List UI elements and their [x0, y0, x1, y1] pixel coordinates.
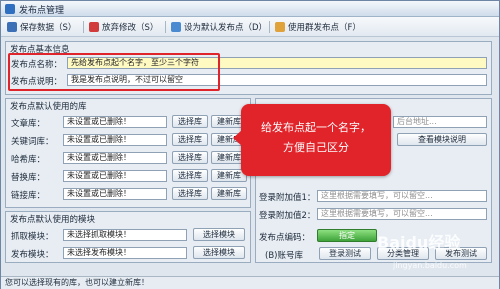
save-icon: [7, 22, 17, 32]
article-lib-field: 未设置或已删除！: [63, 116, 167, 128]
backend-url-field[interactable]: 后台地址...: [393, 116, 487, 128]
article-lib-choose-button[interactable]: 选择库: [172, 115, 208, 128]
publish-module-field: 未选择发布模块！: [63, 247, 187, 259]
keyword-lib-field: 未设置或已删除！: [63, 134, 167, 146]
encoding-label: 发布点编码：: [259, 233, 311, 243]
title-bar: 发布点管理: [1, 1, 499, 17]
link-lib-new-button[interactable]: 建新库: [211, 187, 247, 200]
app-icon: [5, 4, 15, 14]
libraries-title: 发布点默认使用的库: [10, 102, 87, 112]
publish-module-label: 发布模块：: [11, 250, 54, 260]
login-extra2-field[interactable]: 这里根据需要填写，可以留空...: [317, 208, 487, 220]
view-module-help-button[interactable]: 查看模块说明: [397, 133, 487, 146]
callout-line1: 给发布点起一个名字，: [261, 121, 371, 134]
discard-button[interactable]: 放弃修改（S）: [89, 20, 158, 34]
toolbar-divider: [269, 21, 270, 33]
encoding-select[interactable]: 指定: [317, 229, 377, 242]
link-lib-field: 未设置或已删除！: [63, 188, 167, 200]
watermark-brand: Baidu经验: [377, 233, 461, 252]
replace-lib-choose-button[interactable]: 选择库: [172, 169, 208, 182]
default-icon: [171, 22, 181, 32]
save-button[interactable]: 保存数据（S）: [7, 20, 76, 34]
watermark-url: jingyan.baidu.com: [393, 261, 467, 270]
save-label: 保存数据（S）: [20, 23, 77, 33]
discard-label: 放弃修改（S）: [102, 23, 159, 33]
replace-lib-label: 替换库：: [11, 173, 46, 183]
hash-lib-label: 哈希库：: [11, 155, 46, 165]
login-extra1-field[interactable]: 这里根据需要填写，可以留空...: [317, 190, 487, 202]
link-lib-label: 链接库：: [11, 191, 46, 201]
discard-icon: [89, 22, 99, 32]
login-extra2-label: 登录附加值2：: [259, 211, 316, 221]
window-title: 发布点管理: [19, 6, 65, 16]
use-group-button[interactable]: 使用群发布点（F）: [275, 20, 361, 34]
highlight-box: [8, 53, 220, 91]
keyword-lib-choose-button[interactable]: 选择库: [172, 133, 208, 146]
link-lib-choose-button[interactable]: 选择库: [172, 187, 208, 200]
login-extra1-label: 登录附加值1：: [259, 193, 316, 203]
toolbar: 保存数据（S） 放弃修改（S） 设为默认发布点（D） 使用群发布点（F）: [1, 17, 499, 37]
login-test-button[interactable]: 登录测试: [319, 247, 371, 260]
replace-lib-field: 未设置或已删除！: [63, 170, 167, 182]
account-lib-label[interactable]: (B)账号库: [265, 249, 303, 261]
publish-point-window: 发布点管理 保存数据（S） 放弃修改（S） 设为默认发布点（D） 使用群发布点（…: [0, 0, 500, 289]
toolbar-divider: [165, 21, 166, 33]
callout-annotation: 给发布点起一个名字， 方便自己区分: [233, 104, 391, 176]
use-group-label: 使用群发布点（F）: [288, 23, 361, 33]
status-text: 您可以选择现有的库，也可以建立新库！: [5, 278, 149, 287]
hash-lib-field: 未设置或已删除！: [63, 152, 167, 164]
keyword-lib-label: 关键词库：: [11, 137, 54, 147]
callout-tail: [233, 130, 242, 146]
modules-title: 发布点默认使用的模块: [10, 215, 96, 225]
toolbar-divider: [83, 21, 84, 33]
crawl-module-choose-button[interactable]: 选择模块: [193, 228, 245, 241]
publish-module-choose-button[interactable]: 选择模块: [193, 246, 245, 259]
set-default-button[interactable]: 设为默认发布点（D）: [171, 20, 267, 34]
set-default-label: 设为默认发布点（D）: [184, 23, 268, 33]
hash-lib-choose-button[interactable]: 选择库: [172, 151, 208, 164]
crawl-module-field: 未选择抓取模块！: [63, 229, 187, 241]
callout-line2: 方便自己区分: [283, 141, 349, 154]
crawl-module-label: 抓取模块：: [11, 232, 54, 242]
check-icon: [275, 22, 285, 32]
article-lib-label: 文章库：: [11, 119, 46, 129]
status-bar: 您可以选择现有的库，也可以建立新库！: [1, 276, 499, 289]
